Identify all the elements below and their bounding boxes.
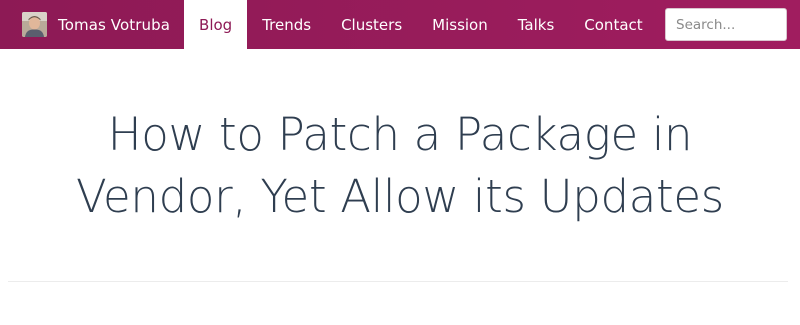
nav-menu: Blog Trends Clusters Mission Talks Conta… xyxy=(184,0,658,49)
search-input[interactable] xyxy=(665,8,787,41)
avatar-photo-icon xyxy=(22,12,47,37)
brand-name: Tomas Votruba xyxy=(58,15,171,34)
brand-link[interactable]: Tomas Votruba xyxy=(0,0,184,49)
page-title-line-1: How to Patch a Package in xyxy=(107,108,693,161)
author-avatar xyxy=(22,12,47,37)
top-navbar: Tomas Votruba Blog Trends Clusters Missi… xyxy=(0,0,800,49)
nav-item-mission[interactable]: Mission xyxy=(417,0,503,49)
nav-item-blog[interactable]: Blog xyxy=(184,0,248,49)
page-title: How to Patch a Package in Vendor, Yet Al… xyxy=(20,104,780,228)
page-title-line-2: Vendor, Yet Allow its Updates xyxy=(76,170,724,223)
title-divider xyxy=(8,281,788,282)
nav-item-trends[interactable]: Trends xyxy=(247,0,326,49)
nav-item-contact[interactable]: Contact xyxy=(569,0,657,49)
nav-item-talks[interactable]: Talks xyxy=(503,0,570,49)
nav-item-clusters[interactable]: Clusters xyxy=(326,0,417,49)
